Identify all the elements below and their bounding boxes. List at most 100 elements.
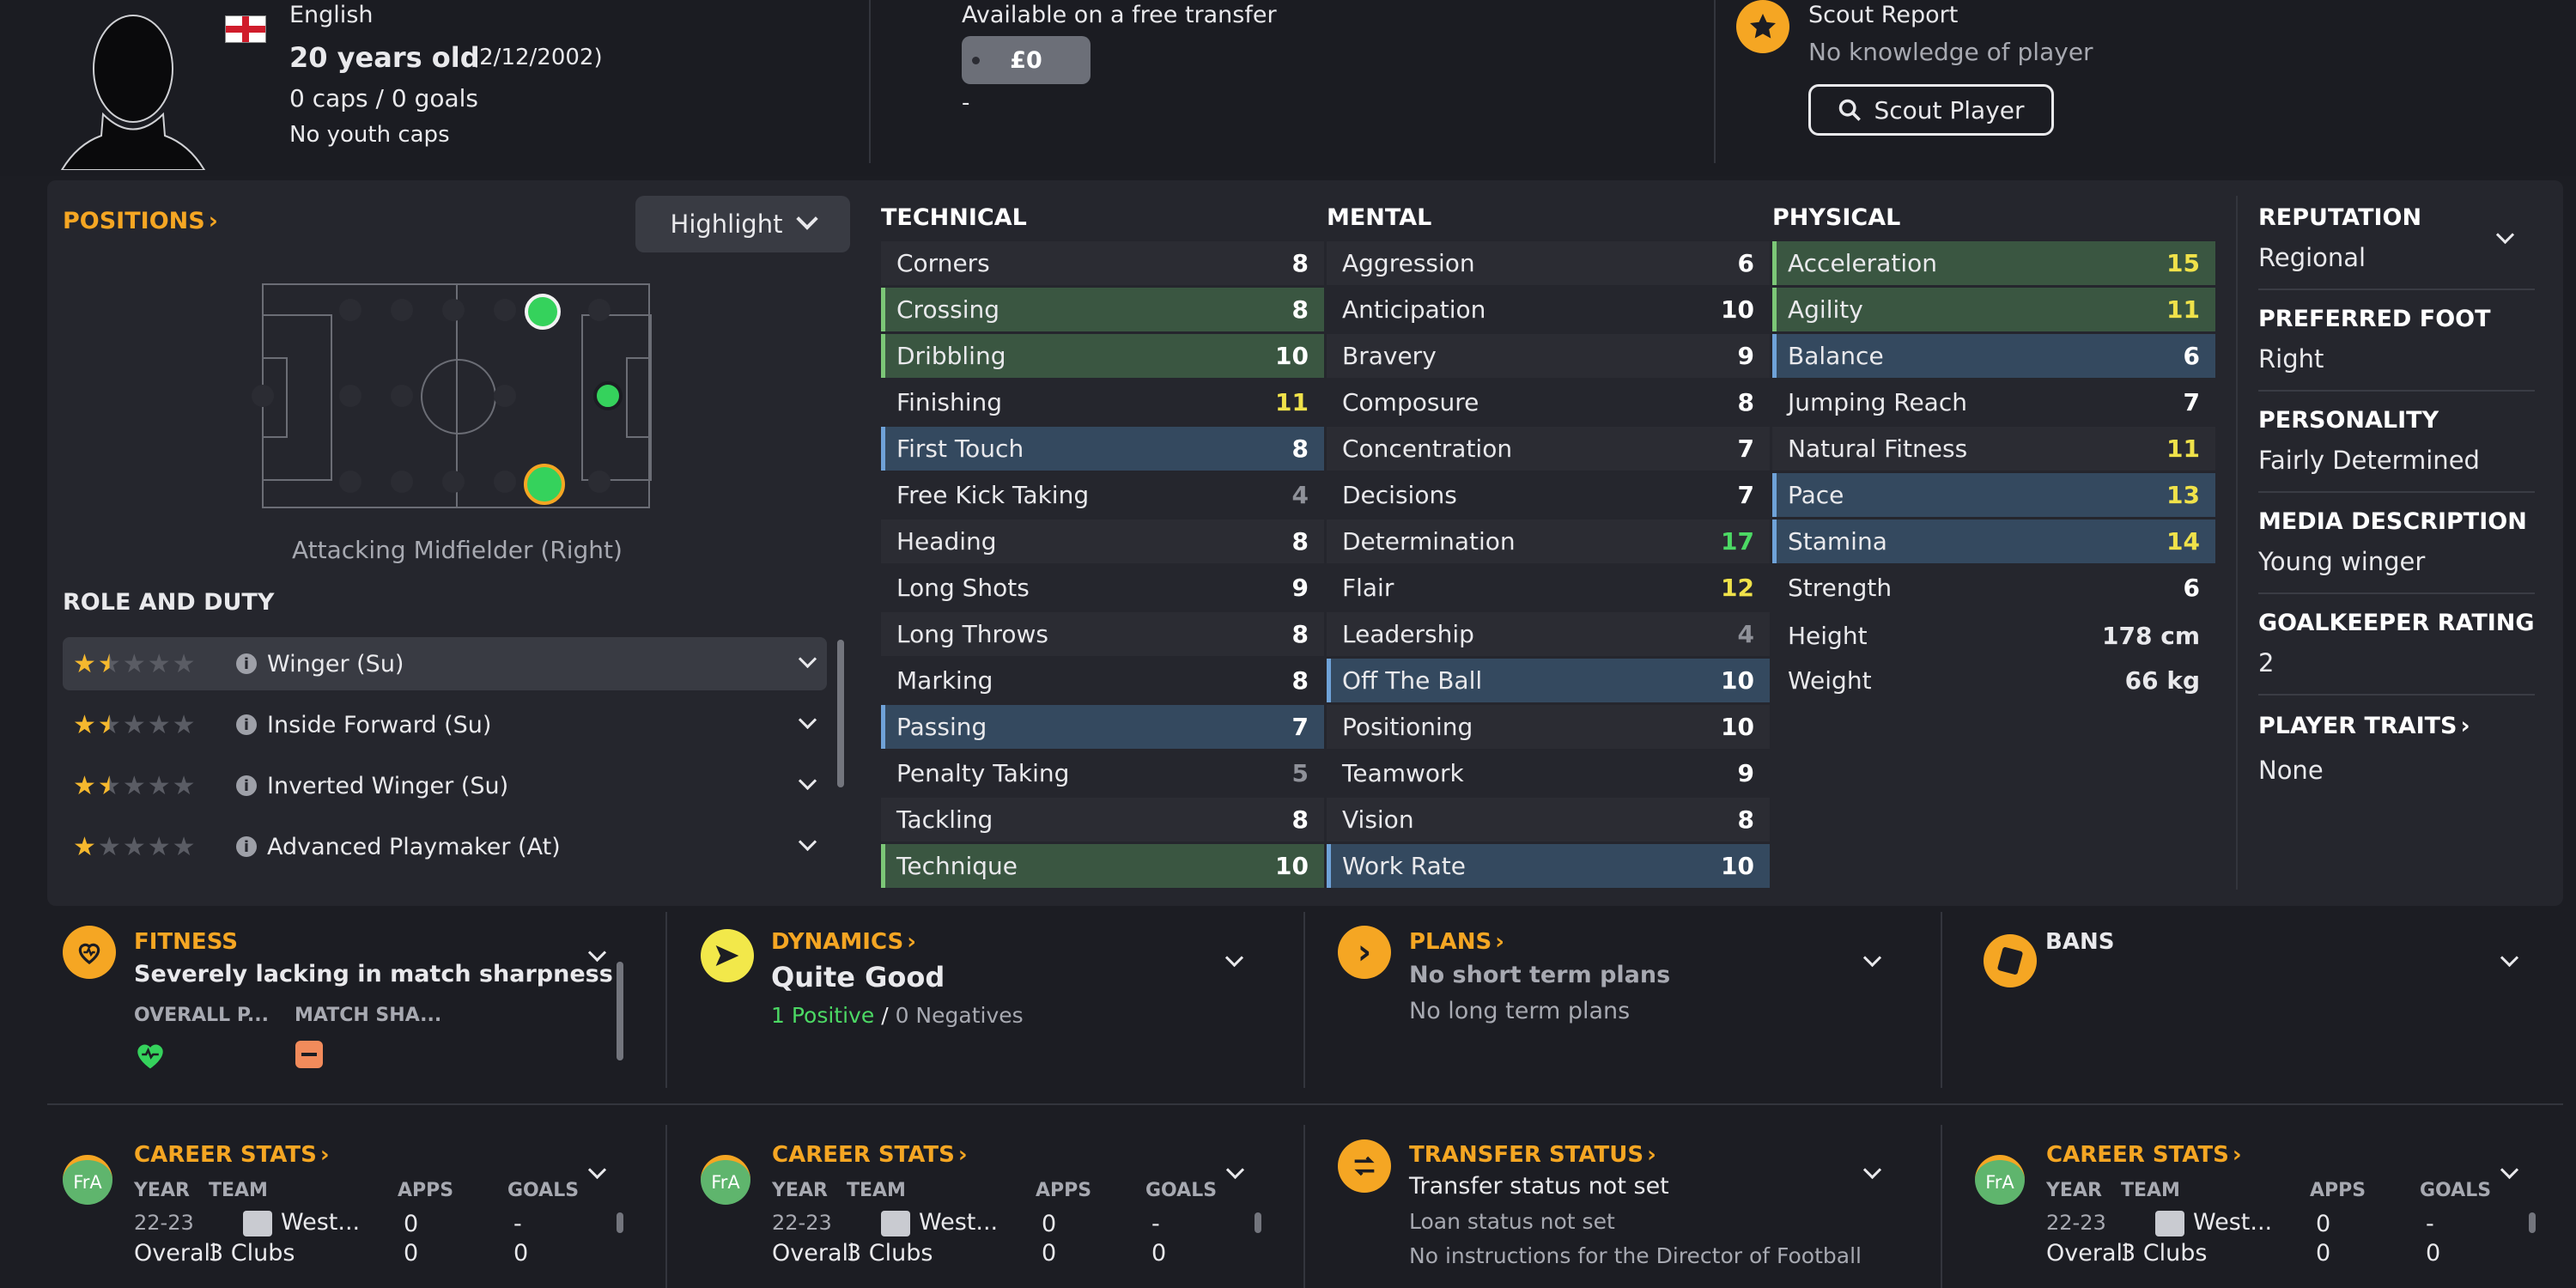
career-scrollbar[interactable] [1255,1212,1261,1233]
technical-attribute-row[interactable]: Technique 10 [881,844,1324,888]
attribute-value: 8 [1291,805,1309,834]
transfer-status-link[interactable]: TRANSFER STATUS › [1409,1142,1656,1168]
role-row[interactable]: ★ ★ ★ ★ ★ i Inside Forward (Su) [63,698,827,751]
mental-attribute-row[interactable]: Concentration 7 [1327,427,1770,471]
attribute-value: 8 [1737,388,1754,416]
technical-attribute-row[interactable]: Heading 8 [881,519,1324,563]
technical-attribute-row[interactable]: Corners 8 [881,241,1324,285]
attribute-value: 9 [1737,759,1754,787]
center-circle [421,359,496,434]
mental-attribute-row[interactable]: Flair 12 [1327,566,1770,610]
scout-player-button[interactable]: Scout Player [1808,84,2054,136]
mental-attribute-row[interactable]: Work Rate 10 [1327,844,1770,888]
personality-label: PERSONALITY [2258,407,2439,434]
mental-attribute-row[interactable]: Anticipation 10 [1327,288,1770,331]
physical-attribute-row[interactable]: Jumping Reach 7 [1772,380,2215,424]
divider [2258,491,2535,493]
mental-attribute-row[interactable]: Vision 8 [1327,798,1770,841]
technical-attribute-row[interactable]: Dribbling 10 [881,334,1324,378]
player-traits-link[interactable]: PLAYER TRAITS › [2258,713,2470,739]
roles-scroll-thumb[interactable] [837,640,844,787]
technical-attribute-row[interactable]: Crossing 8 [881,288,1324,331]
info-icon[interactable]: i [236,714,257,735]
role-rating: ★ ★ ★ ★ ★ [73,649,236,679]
physical-attribute-row[interactable]: Acceleration 15 [1772,241,2215,285]
attribute-value: 10 [1721,713,1754,741]
positions-link[interactable]: POSITIONS › [63,208,218,234]
chevron-down-icon[interactable] [798,771,817,791]
mental-attribute-row[interactable]: Teamwork 9 [1327,751,1770,795]
role-row[interactable]: ★ ★ ★ ★ ★ i Advanced Playmaker (At) [63,820,827,873]
mental-attribute-row[interactable]: Determination 17 [1327,519,1770,563]
career-team[interactable]: West... [881,1209,998,1236]
highlight-dropdown[interactable]: Highlight [635,196,850,252]
mental-attribute-row[interactable]: Off The Ball 10 [1327,659,1770,702]
attribute-name: Natural Fitness [1788,434,1968,463]
info-icon[interactable]: i [236,775,257,796]
chevron-down-icon[interactable] [798,649,817,669]
fitness-scroll-thumb[interactable] [617,962,623,1060]
dynamics-link[interactable]: DYNAMICS › [771,929,916,955]
fitness-link[interactable]: FITNESS [134,929,238,955]
role-rating: ★ ★ ★ ★ ★ [73,710,236,740]
chevron-down-icon[interactable] [2500,948,2519,968]
career-stats-link[interactable]: CAREER STATS › [134,1142,330,1168]
technical-attribute-row[interactable]: Penalty Taking 5 [881,751,1324,795]
club-badge: FrA [63,1155,112,1205]
chevron-down-icon[interactable] [798,832,817,852]
technical-attribute-row[interactable]: Finishing 11 [881,380,1324,424]
team-header: TEAM [209,1180,268,1201]
chevron-down-icon[interactable] [587,1160,607,1180]
career-goals: - [513,1211,522,1237]
technical-attribute-row[interactable]: Passing 7 [881,705,1324,749]
dynamics-status: Quite Good [771,961,945,993]
attribute-value: 8 [1291,527,1309,556]
technical-attribute-row[interactable]: Tackling 8 [881,798,1324,841]
chevron-down-icon[interactable] [587,943,607,963]
career-team-name: West... [281,1209,361,1236]
chevron-down-icon[interactable] [1224,948,1244,968]
career-team[interactable]: West... [2155,1209,2272,1236]
career-stats-link[interactable]: CAREER STATS › [2046,1142,2242,1168]
attribute-value: 14 [2166,527,2200,556]
chevron-down-icon[interactable] [1862,1160,1882,1180]
chevron-down-icon[interactable] [1225,1160,1245,1180]
physical-attribute-row[interactable]: Stamina 14 [1772,519,2215,563]
role-row[interactable]: ★ ★ ★ ★ ★ i Winger (Su) [63,637,827,690]
career-year: 22-23 [2046,1211,2106,1235]
position-marker-st[interactable] [593,381,623,410]
chevron-down-icon[interactable] [798,710,817,730]
career-stats-title: CAREER STATS [134,1142,317,1168]
technical-attribute-row[interactable]: Marking 8 [881,659,1324,702]
career-team[interactable]: West... [243,1209,360,1236]
technical-attribute-row[interactable]: Long Shots 9 [881,566,1324,610]
physical-attribute-row[interactable]: Balance 6 [1772,334,2215,378]
physical-attribute-row[interactable]: Natural Fitness 11 [1772,427,2215,471]
mental-attribute-row[interactable]: Aggression 6 [1327,241,1770,285]
career-scrollbar[interactable] [617,1212,623,1233]
career-stats-link[interactable]: CAREER STATS › [772,1142,968,1168]
position-marker-aml[interactable] [525,294,561,330]
mental-attribute-row[interactable]: Composure 8 [1327,380,1770,424]
technical-attribute-row[interactable]: First Touch 8 [881,427,1324,471]
plans-link[interactable]: PLANS › [1409,929,1504,955]
mental-attribute-row[interactable]: Positioning 10 [1327,705,1770,749]
career-team-name: West... [919,1209,999,1236]
role-row[interactable]: ★ ★ ★ ★ ★ i Inverted Winger (Su) [63,759,827,812]
chevron-down-icon[interactable] [1862,948,1882,968]
attribute-name: Flair [1342,574,1394,602]
technical-attribute-row[interactable]: Free Kick Taking 4 [881,473,1324,517]
technical-attribute-row[interactable]: Long Throws 8 [881,612,1324,656]
position-marker-amr[interactable] [524,464,565,505]
career-scrollbar[interactable] [2529,1212,2536,1233]
mental-attribute-row[interactable]: Leadership 4 [1327,612,1770,656]
chevron-down-icon[interactable] [2500,1160,2519,1180]
mental-attribute-row[interactable]: Bravery 9 [1327,334,1770,378]
info-icon[interactable]: i [236,653,257,674]
mental-attribute-row[interactable]: Decisions 7 [1327,473,1770,517]
info-icon[interactable]: i [236,836,257,857]
divider [47,1103,2563,1105]
physical-attribute-row[interactable]: Strength 6 [1772,566,2215,610]
physical-attribute-row[interactable]: Agility 11 [1772,288,2215,331]
physical-attribute-row[interactable]: Pace 13 [1772,473,2215,517]
